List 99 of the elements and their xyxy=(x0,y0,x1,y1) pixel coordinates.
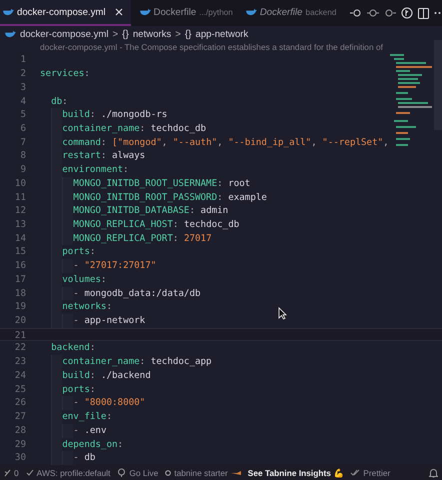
line-number: 16 xyxy=(14,259,26,273)
line-number: 28 xyxy=(14,424,26,438)
docker-whale-icon xyxy=(140,8,151,16)
line-number: 4 xyxy=(19,94,26,108)
line-number: 17 xyxy=(14,272,26,287)
line-number: 20 xyxy=(14,314,26,328)
broadcast-icon xyxy=(117,468,126,478)
breadcrumb-item[interactable]: app-network xyxy=(196,28,248,40)
close-icon[interactable] xyxy=(114,8,123,16)
code-line: MONGO_INITDB_ROOT_PASSWORD: example xyxy=(73,190,267,204)
line-number: 9 xyxy=(19,163,26,177)
status-item[interactable]: Go Live xyxy=(117,468,158,478)
code-line: - "27017:27017" xyxy=(73,259,156,273)
branch-circle-icon[interactable] xyxy=(401,7,414,20)
circle-dot-icon[interactable] xyxy=(367,8,380,18)
circle-icon xyxy=(165,470,172,476)
status-item[interactable]: AWS: profile:default xyxy=(26,468,110,478)
line-number: 1 xyxy=(19,53,26,68)
object-symbol-icon: {} xyxy=(184,28,192,40)
code-line: MONGO_INITDB_ROOT_USERNAME: root xyxy=(73,176,250,191)
bell-icon xyxy=(429,468,438,478)
line-number: 11 xyxy=(14,190,26,204)
line-number: 7 xyxy=(19,136,26,150)
code-line: - mongodb_data:/data/db xyxy=(73,286,201,300)
code-line: services: xyxy=(40,67,90,81)
breadcrumb-item[interactable]: docker-compose.yml xyxy=(20,28,109,40)
code-line: - .env xyxy=(73,424,106,438)
docker-whale-icon xyxy=(5,30,16,38)
object-symbol-icon: {} xyxy=(122,28,129,40)
line-number: 30 xyxy=(14,451,26,465)
line-number: 18 xyxy=(14,286,26,300)
line-number: 6 xyxy=(19,122,26,136)
go-back-icon[interactable] xyxy=(350,8,362,18)
code-line: - app-network xyxy=(73,314,146,328)
line-number: 22 xyxy=(14,341,26,356)
breadcrumb-separator: > xyxy=(112,28,118,40)
more-icon[interactable] xyxy=(434,11,442,16)
code-line: backend: xyxy=(51,341,96,356)
code-line: env_file: xyxy=(62,410,112,424)
breadcrumb-separator: > xyxy=(175,28,181,40)
line-number: 23 xyxy=(14,355,26,369)
check-icon xyxy=(26,469,34,476)
line-number: 2 xyxy=(19,67,26,81)
code-line: container_name: techdoc_app xyxy=(62,355,212,369)
code-line: environment: xyxy=(62,163,129,177)
line-number: 27 xyxy=(14,410,26,424)
tab-label: Dockerfile xyxy=(260,6,303,18)
code-line: networks: xyxy=(62,300,112,314)
tab-description: backend xyxy=(306,8,336,17)
status-item[interactable] xyxy=(429,468,438,478)
status-item[interactable]: Prettier xyxy=(350,468,390,478)
code-line: command: ["mongod", "--auth", "--bind_ip_all", "--replSet", xyxy=(62,136,389,150)
editor-tab[interactable]: Dockerfile .../python xyxy=(136,0,237,26)
code-line: build: ./mongodb-rs xyxy=(62,108,168,122)
go-forward-icon[interactable] xyxy=(384,8,396,18)
double-check-icon xyxy=(350,469,360,476)
code-line: MONGO_INITDB_DATABASE: admin xyxy=(73,204,228,218)
antenna-icon xyxy=(4,468,11,477)
mouse-pointer-icon xyxy=(278,307,287,320)
code-line: ports: xyxy=(62,382,96,396)
docker-whale-icon xyxy=(246,8,257,16)
line-number: 29 xyxy=(14,438,26,452)
tab-description: .../python xyxy=(199,8,233,17)
line-number: 13 xyxy=(14,218,26,232)
line-number: 14 xyxy=(14,232,26,246)
line-number: 8 xyxy=(19,149,26,164)
editor-tab[interactable]: Dockerfile backend xyxy=(242,0,340,26)
status-item[interactable]: 0 xyxy=(4,468,19,478)
line-number: 26 xyxy=(14,396,26,410)
line-number: 21 xyxy=(14,328,26,340)
line-number: 19 xyxy=(14,300,26,314)
code-line: MONGO_REPLICA_HOST: techdoc_db xyxy=(73,218,240,232)
breadcrumb-item[interactable]: networks xyxy=(132,28,172,40)
code-line: - "8000:8000" xyxy=(73,396,146,410)
code-line: build: ./backend xyxy=(62,368,151,383)
tab-label: docker-compose.yml xyxy=(17,6,106,18)
status-item[interactable]: tabnine starter xyxy=(165,468,241,478)
line-number: 25 xyxy=(14,382,26,396)
line-number: 10 xyxy=(14,176,26,191)
schema-hint: docker-compose.yml - The Compose specification establishes a standard for the definition of xyxy=(39,41,384,54)
code-line: - db xyxy=(73,451,96,465)
code-line: volumes: xyxy=(62,272,106,287)
docker-whale-icon xyxy=(3,8,14,16)
code-line: db: xyxy=(51,94,68,108)
line-number: 15 xyxy=(14,245,26,260)
code-line: MONGO_REPLICA_PORT: 27017 xyxy=(73,232,212,246)
tab-label: Dockerfile xyxy=(154,6,196,18)
sparkle-icon xyxy=(230,470,241,476)
code-line: depends_on: xyxy=(62,438,124,452)
editor-tab[interactable]: docker-compose.yml xyxy=(0,0,131,26)
line-number: 5 xyxy=(19,108,26,122)
line-number: 3 xyxy=(19,80,26,95)
split-editor-icon[interactable] xyxy=(418,8,430,19)
code-line: container_name: techdoc_db xyxy=(62,122,206,136)
line-number: 24 xyxy=(14,368,26,383)
line-number: 12 xyxy=(14,204,26,218)
status-item[interactable]: See Tabnine Insights 💪 xyxy=(248,468,344,478)
code-line: restart: always xyxy=(62,149,146,164)
code-line: ports: xyxy=(62,245,96,260)
